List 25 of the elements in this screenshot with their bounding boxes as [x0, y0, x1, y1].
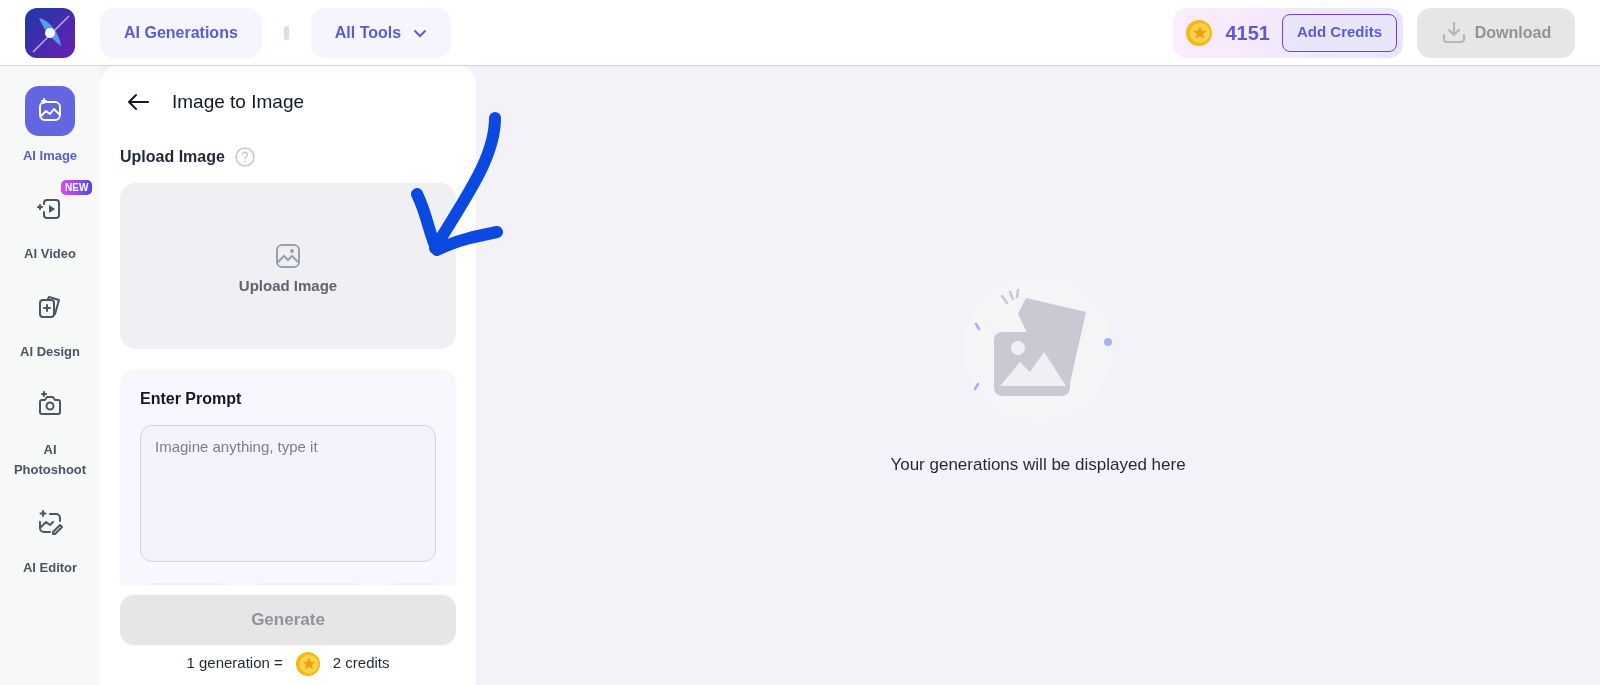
sidebar-item[interactable]: AI Image: [2, 86, 98, 166]
panel-title: Image to Image: [172, 90, 305, 114]
coin-icon: [294, 650, 321, 677]
tools-dropdown[interactable]: All Tools: [310, 7, 452, 58]
back-arrow-icon[interactable]: [126, 92, 150, 113]
coin-icon: [1185, 18, 1214, 47]
nav-button[interactable]: AI Generations: [100, 7, 262, 58]
image-pencil-icon: [36, 509, 64, 537]
cost-text: 2 credits: [332, 653, 390, 674]
download-icon: [1440, 19, 1467, 46]
empty-state-message: Your generations will be displayed here: [890, 454, 1186, 476]
credits-amount: 4151: [1225, 20, 1270, 46]
section-label: Enter Prompt: [140, 388, 243, 409]
new-badge: NEW: [61, 180, 93, 195]
cost-text: 1 generation =: [186, 653, 283, 674]
upload-dropzone[interactable]: Upload Image: [120, 182, 456, 349]
section-label: Upload Image: [120, 146, 225, 167]
image-icon: [275, 243, 301, 270]
logo-icon[interactable]: [25, 7, 75, 58]
prompt-field[interactable]: Imagine anything, type it: [140, 424, 436, 562]
separator: [283, 25, 289, 40]
sidebar-item[interactable]: AI Editor: [2, 498, 98, 578]
sidebar-item[interactable]: AI Photoshoot: [2, 380, 98, 480]
sidebar-item[interactable]: AI Design: [2, 282, 98, 362]
add-credits-button[interactable]: Add Credits: [1282, 13, 1397, 52]
